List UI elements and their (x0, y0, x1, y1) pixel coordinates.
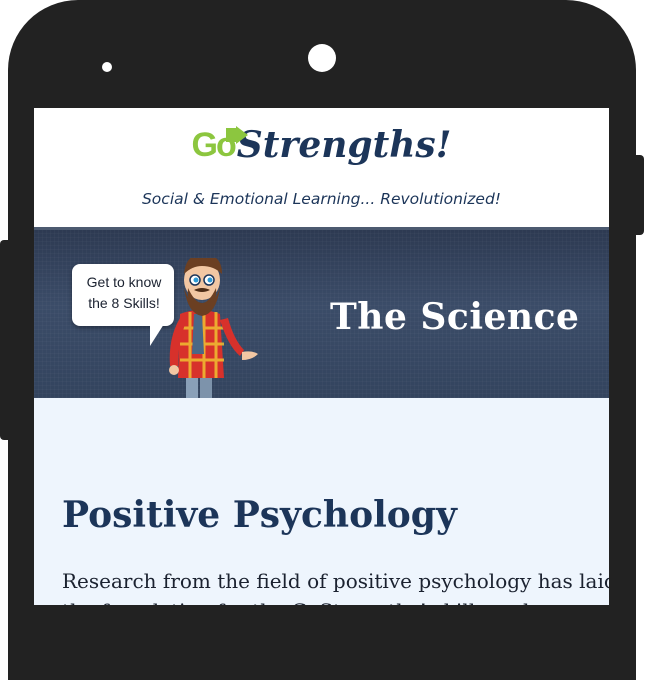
phone-screen: GoStrengths! Social & Emotional Learning… (34, 108, 609, 605)
page-title: The Science (330, 296, 580, 338)
gostrengths-logo[interactable]: GoStrengths! (34, 124, 609, 184)
play-arrow-icon (226, 126, 248, 144)
speech-bubble[interactable]: Get to know the 8 Skills! (72, 264, 174, 346)
hero-banner: Get to know the 8 Skills! The Science (34, 230, 609, 398)
speech-bubble-text: Get to know the 8 Skills! (86, 274, 162, 311)
phone-sensor (102, 62, 112, 72)
phone-volume-button (0, 240, 10, 440)
section-body-text: Research from the field of positive psyc… (62, 569, 609, 605)
section-heading: Positive Psychology (62, 494, 457, 536)
phone-side-button (634, 155, 644, 235)
site-header: GoStrengths! Social & Emotional Learning… (34, 108, 609, 230)
phone-camera (308, 44, 336, 72)
tagline: Social & Emotional Learning... Revolutio… (141, 190, 502, 208)
content-section: Positive Psychology Research from the fi… (34, 398, 609, 605)
logo-strengths-text: Strengths! (236, 124, 452, 166)
